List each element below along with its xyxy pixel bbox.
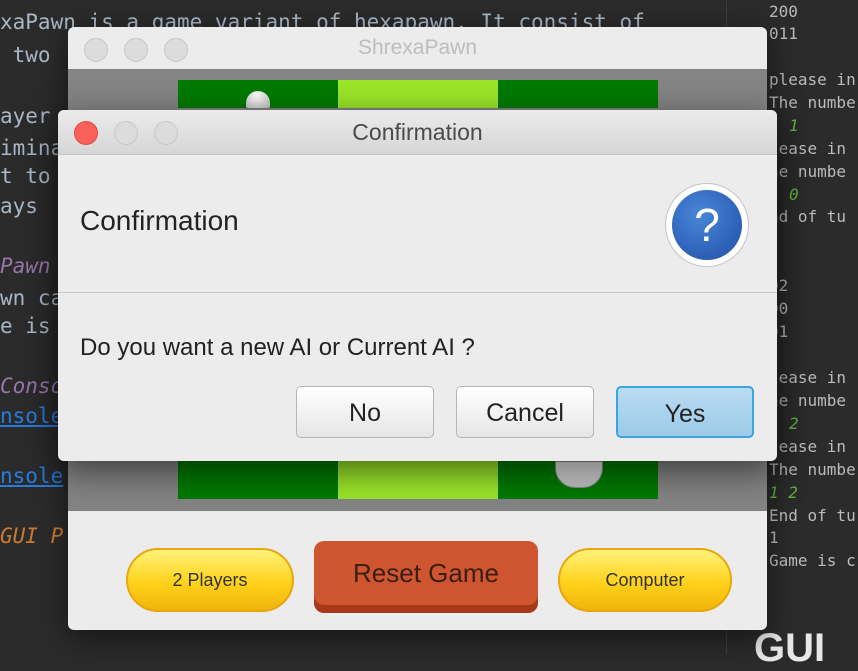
confirmation-dialog: Confirmation Confirmation ? Do you want … xyxy=(58,110,777,461)
editor-link[interactable]: nsole xyxy=(0,464,63,488)
console-line: End of tu xyxy=(769,506,856,525)
dialog-header-text: Confirmation xyxy=(80,205,239,236)
board-cell[interactable] xyxy=(338,80,498,108)
editor-line: imina xyxy=(0,136,64,160)
console-line: lease in xyxy=(769,437,847,456)
console-line: The numbe xyxy=(769,460,856,479)
console-line: 1 xyxy=(769,528,779,547)
dialog-titlebar[interactable]: Confirmation xyxy=(58,110,777,155)
editor-line: two xyxy=(0,43,51,67)
editor-line: ayer xyxy=(0,104,51,128)
console-input: 1 xyxy=(789,116,799,135)
no-button[interactable]: No xyxy=(296,386,434,438)
dialog-header: Confirmation ? xyxy=(58,155,777,293)
editor-line: wn ca xyxy=(0,286,64,310)
console-line: he numbe xyxy=(769,162,847,181)
editor-line: Conso xyxy=(0,374,64,398)
console-line: he numbe xyxy=(769,391,847,410)
editor-line: e is xyxy=(0,314,51,338)
console-line: nd of tu xyxy=(769,207,847,226)
console-line: lease in xyxy=(769,139,847,158)
console-input: 1 2 xyxy=(769,483,798,502)
console-line: 200 xyxy=(769,2,798,21)
board-cell[interactable] xyxy=(178,461,338,499)
dialog-window-title: Confirmation xyxy=(352,119,483,145)
question-mark-glyph: ? xyxy=(672,190,742,260)
yes-button[interactable]: Yes xyxy=(616,386,754,438)
editor-line: t to xyxy=(0,164,51,188)
board-cell[interactable] xyxy=(498,80,658,108)
console-line: The numbe xyxy=(769,93,856,112)
editor-link[interactable]: nsole xyxy=(0,404,63,428)
gui-heading: GUI xyxy=(754,626,826,670)
console-input: 0 xyxy=(789,185,799,204)
editor-line: Pawn xyxy=(0,254,51,278)
editor-line: GUI P xyxy=(0,524,64,548)
console-line: lease in xyxy=(769,368,847,387)
board-cell[interactable] xyxy=(338,461,498,499)
console-line: please in xyxy=(769,70,856,89)
computer-button[interactable]: Computer xyxy=(558,548,732,612)
console-line: Game is c xyxy=(769,551,856,570)
dialog-message: Do you want a new AI or Current AI ? xyxy=(80,334,475,361)
question-icon: ? xyxy=(665,183,749,267)
reset-game-button[interactable]: Reset Game xyxy=(314,541,538,605)
console-line: 011 xyxy=(769,24,798,43)
game-window-title: ShrexaPawn xyxy=(357,36,478,59)
console-input: 2 xyxy=(789,414,799,433)
editor-line: ays xyxy=(0,194,38,218)
white-pawn-icon[interactable] xyxy=(246,91,270,108)
two-players-button[interactable]: 2 Players xyxy=(126,548,294,612)
cancel-button[interactable]: Cancel xyxy=(456,386,594,438)
